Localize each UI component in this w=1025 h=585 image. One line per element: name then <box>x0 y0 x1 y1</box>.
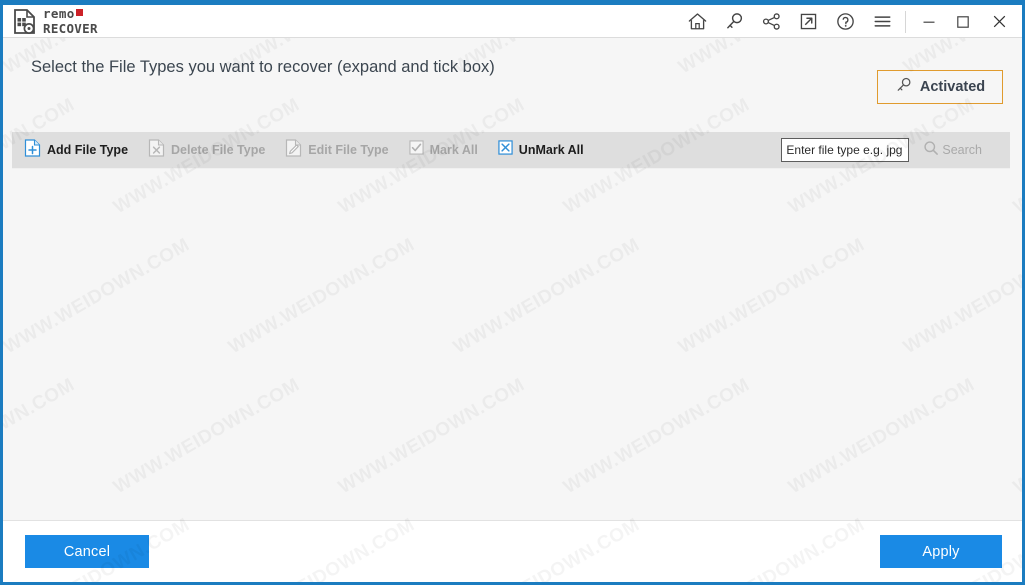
key-icon <box>895 76 913 99</box>
cancel-button[interactable]: Cancel <box>25 535 149 568</box>
maximize-button[interactable] <box>946 5 980 38</box>
checkbox-cross-icon <box>498 140 513 160</box>
add-file-type-label: Add File Type <box>47 143 129 157</box>
delete-file-type-button[interactable]: Delete File Type <box>138 132 275 168</box>
title-bar-separator <box>905 10 906 33</box>
window-left-border <box>0 0 3 585</box>
delete-file-type-label: Delete File Type <box>171 143 266 157</box>
logo-red-square <box>75 9 83 17</box>
file-add-icon <box>24 138 41 162</box>
help-icon[interactable] <box>827 5 864 38</box>
file-type-toolbar: Add File Type Delete File Type Edit File… <box>12 132 1010 168</box>
application-window: remo RECOVER Select the File Types you w… <box>0 0 1025 585</box>
file-delete-icon <box>148 138 165 162</box>
close-button[interactable] <box>980 5 1018 38</box>
menu-icon[interactable] <box>864 5 901 38</box>
logo-wordmark: remo RECOVER <box>43 6 98 36</box>
apply-button[interactable]: Apply <box>880 535 1002 568</box>
logo-text-remo: remo <box>43 6 75 21</box>
edit-file-type-button[interactable]: Edit File Type <box>275 132 398 168</box>
unmark-all-label: UnMark All <box>518 143 584 157</box>
search-button[interactable]: Search <box>923 140 982 161</box>
file-type-list[interactable] <box>12 168 1010 521</box>
file-edit-icon <box>285 138 302 162</box>
title-bar: remo RECOVER <box>3 5 1022 38</box>
edit-file-type-label: Edit File Type <box>308 143 389 157</box>
dialog-footer: Cancel Apply <box>3 520 1022 582</box>
title-bar-actions <box>679 5 1022 38</box>
mark-all-label: Mark All <box>429 143 478 157</box>
page-header: Select the File Types you want to recove… <box>3 38 1022 104</box>
window-top-accent-bar <box>0 0 1025 5</box>
search-input[interactable] <box>781 138 910 162</box>
home-icon[interactable] <box>679 5 716 38</box>
search-label: Search <box>942 143 982 157</box>
app-logo: remo RECOVER <box>13 6 98 36</box>
mark-all-button[interactable]: Mark All <box>399 132 488 168</box>
key-icon[interactable] <box>716 5 753 38</box>
external-link-icon[interactable] <box>790 5 827 38</box>
logo-document-icon <box>13 8 37 35</box>
minimize-button[interactable] <box>912 5 946 38</box>
add-file-type-button[interactable]: Add File Type <box>12 132 138 168</box>
search-icon <box>923 140 939 161</box>
checkbox-checked-icon <box>409 140 424 160</box>
page-body: Select the File Types you want to recove… <box>3 38 1022 582</box>
activated-button[interactable]: Activated <box>877 70 1003 104</box>
page-title: Select the File Types you want to recove… <box>31 58 495 76</box>
activated-label: Activated <box>919 79 986 95</box>
share-icon[interactable] <box>753 5 790 38</box>
logo-text-recover: RECOVER <box>43 20 98 36</box>
unmark-all-button[interactable]: UnMark All <box>488 132 594 168</box>
